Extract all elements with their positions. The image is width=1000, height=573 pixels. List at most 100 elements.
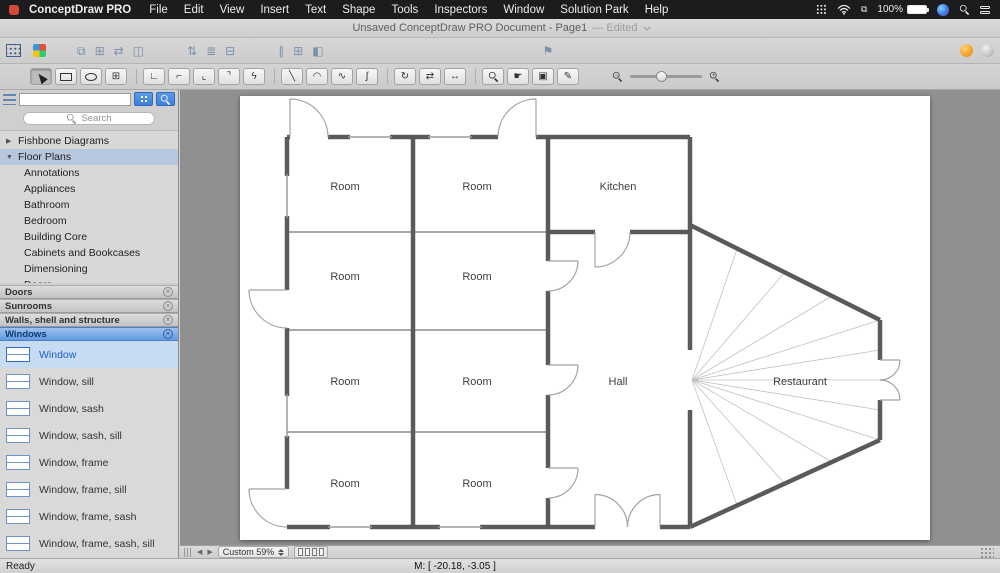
shape-item-window-frame-sash-sill[interactable]: Window, frame, sash, sill — [0, 530, 178, 557]
section-doors[interactable]: Doors × — [0, 285, 178, 299]
menu-inspectors[interactable]: Inspectors — [426, 4, 495, 16]
color-ball-icon[interactable] — [960, 44, 973, 57]
search-toggle-button[interactable] — [156, 92, 175, 106]
bezier-tool-button[interactable]: ∫ — [356, 68, 378, 85]
connector-tool-button-3[interactable]: ⌞ — [193, 68, 215, 85]
tree-item-dimensioning[interactable]: Dimensioning — [0, 261, 178, 277]
input-source-icon[interactable] — [815, 4, 827, 15]
menu-text[interactable]: Text — [297, 4, 334, 16]
smart-connector-tool-button[interactable]: ϟ — [243, 68, 265, 85]
duplicate-icon[interactable]: ⧉ — [77, 45, 86, 57]
disclosure-expanded-icon[interactable]: ▼ — [6, 154, 18, 161]
menu-insert[interactable]: Insert — [252, 4, 297, 16]
filter-input[interactable] — [19, 92, 131, 106]
floorplan-label-room[interactable]: Room — [330, 478, 359, 490]
connector-tool-button-4[interactable]: ⌝ — [218, 68, 240, 85]
connector-tool-button-1[interactable]: ∟ — [143, 68, 165, 85]
shape-item-window[interactable]: Window — [0, 341, 178, 368]
rotate-tool-button[interactable]: ↻ — [394, 68, 416, 85]
grid-view-button[interactable] — [134, 92, 153, 106]
menu-file[interactable]: File — [141, 4, 176, 16]
zoom-out-icon[interactable]: − — [612, 71, 622, 81]
eyedropper-tool-button[interactable]: ✎ — [557, 68, 579, 85]
rectangle-tool-button[interactable] — [55, 68, 77, 85]
connector-tool-button-2[interactable]: ⌐ — [168, 68, 190, 85]
drawing-canvas[interactable]: Room Room Room Room Room Room Room Room … — [180, 90, 1000, 545]
title-chevron-icon[interactable] — [642, 23, 650, 31]
zoom-in-icon[interactable]: + — [709, 71, 719, 81]
gray-ball-icon[interactable] — [981, 44, 994, 57]
shape-item-window-sash[interactable]: Window, sash — [0, 395, 178, 422]
page-tab-icon[interactable] — [312, 548, 318, 556]
tree-item-fishbone-diagrams[interactable]: ▶ Fishbone Diagrams — [0, 133, 178, 149]
shape-item-window-frame[interactable]: Window, frame — [0, 449, 178, 476]
shade-icon[interactable]: ◧ — [312, 45, 323, 57]
flag-icon[interactable]: ⚑ — [543, 45, 554, 57]
close-icon[interactable]: × — [163, 329, 173, 339]
apple-menu-icon[interactable] — [9, 4, 19, 15]
line-tool-button[interactable]: ╲ — [281, 68, 303, 85]
grid-icon[interactable]: ⊞ — [293, 45, 303, 57]
page-tabs[interactable] — [294, 546, 329, 558]
align-icon[interactable]: ∥ — [278, 45, 284, 57]
tree-item-bathroom[interactable]: Bathroom — [0, 197, 178, 213]
swap-icon[interactable]: ⇄ — [114, 45, 124, 57]
section-walls-shell-structure[interactable]: Walls, shell and structure × — [0, 313, 178, 327]
tree-item-bedroom[interactable]: Bedroom — [0, 213, 178, 229]
floorplan-label-kitchen[interactable]: Kitchen — [600, 181, 637, 193]
page-prev-button[interactable]: ◀ — [197, 549, 202, 556]
arc-tool-button[interactable]: ◠ — [306, 68, 328, 85]
shape-item-window-sash-sill[interactable]: Window, sash, sill — [0, 422, 178, 449]
floorplan-label-room[interactable]: Room — [330, 271, 359, 283]
ellipse-tool-button[interactable] — [80, 68, 102, 85]
floorplan-label-room[interactable]: Room — [462, 478, 491, 490]
select-tool-button[interactable] — [30, 68, 52, 85]
tree-item-floor-plans[interactable]: ▼ Floor Plans — [0, 149, 178, 165]
battery-status[interactable]: 100% — [877, 4, 929, 15]
siri-icon[interactable] — [937, 3, 949, 16]
tree-item-doors[interactable]: Doors — [0, 277, 178, 283]
tree-item-annotations[interactable]: Annotations — [0, 165, 178, 181]
remove-icon[interactable]: ⊟ — [225, 45, 235, 57]
splitter-handle[interactable] — [184, 547, 192, 557]
stamp-tool-button[interactable]: ▣ — [532, 68, 554, 85]
tree-item-building-core[interactable]: Building Core — [0, 229, 178, 245]
section-sunrooms[interactable]: Sunrooms × — [0, 299, 178, 313]
menu-help[interactable]: Help — [637, 4, 677, 16]
displays-icon[interactable]: ⧉ — [861, 4, 867, 15]
tree-item-cabinets-and-bookcases[interactable]: Cabinets and Bookcases — [0, 245, 178, 261]
control-center-icon[interactable] — [980, 5, 990, 14]
floorplan-label-restaurant[interactable]: Restaurant — [773, 376, 827, 388]
floorplan-label-room[interactable]: Room — [462, 181, 491, 193]
title-bar[interactable]: Unsaved ConceptDraw PRO Document - Page1… — [0, 19, 1000, 38]
sort-icon[interactable]: ⇅ — [187, 45, 197, 57]
menu-edit[interactable]: Edit — [176, 4, 212, 16]
menu-window[interactable]: Window — [495, 4, 552, 16]
spotlight-icon[interactable] — [959, 4, 969, 14]
flip-tool-button[interactable]: ⇄ — [419, 68, 441, 85]
add-shape-icon[interactable]: ⊞ — [95, 45, 105, 57]
page-tab-icon[interactable] — [298, 548, 304, 556]
menu-view[interactable]: View — [212, 4, 253, 16]
page-tab-icon[interactable] — [319, 548, 325, 556]
solutions-icon[interactable] — [33, 44, 46, 57]
frame-tool-button[interactable]: ⊞ — [105, 68, 127, 85]
dimension-tool-button[interactable]: ↔ — [444, 68, 466, 85]
page-next-button[interactable]: ▶ — [207, 549, 212, 556]
shape-item-window-frame-sill[interactable]: Window, frame, sill — [0, 476, 178, 503]
close-icon[interactable]: × — [163, 301, 173, 311]
list-icon[interactable]: ≣ — [206, 45, 216, 57]
layers-icon[interactable]: ◫ — [133, 45, 144, 57]
app-menu[interactable]: ConceptDraw PRO — [29, 4, 131, 16]
floorplan-svg[interactable]: Room Room Room Room Room Room Room Room … — [240, 96, 930, 540]
close-icon[interactable]: × — [163, 287, 173, 297]
floorplan-label-room[interactable]: Room — [462, 271, 491, 283]
floorplan-label-hall[interactable]: Hall — [609, 376, 628, 388]
disclosure-collapsed-icon[interactable]: ▶ — [6, 137, 18, 145]
resize-grip-icon[interactable] — [980, 546, 994, 558]
document-page[interactable]: Room Room Room Room Room Room Room Room … — [240, 96, 930, 540]
wifi-icon[interactable] — [837, 4, 851, 15]
zoom-slider-knob[interactable] — [656, 71, 667, 82]
pages-icon[interactable] — [6, 44, 21, 57]
menu-tools[interactable]: Tools — [383, 4, 426, 16]
